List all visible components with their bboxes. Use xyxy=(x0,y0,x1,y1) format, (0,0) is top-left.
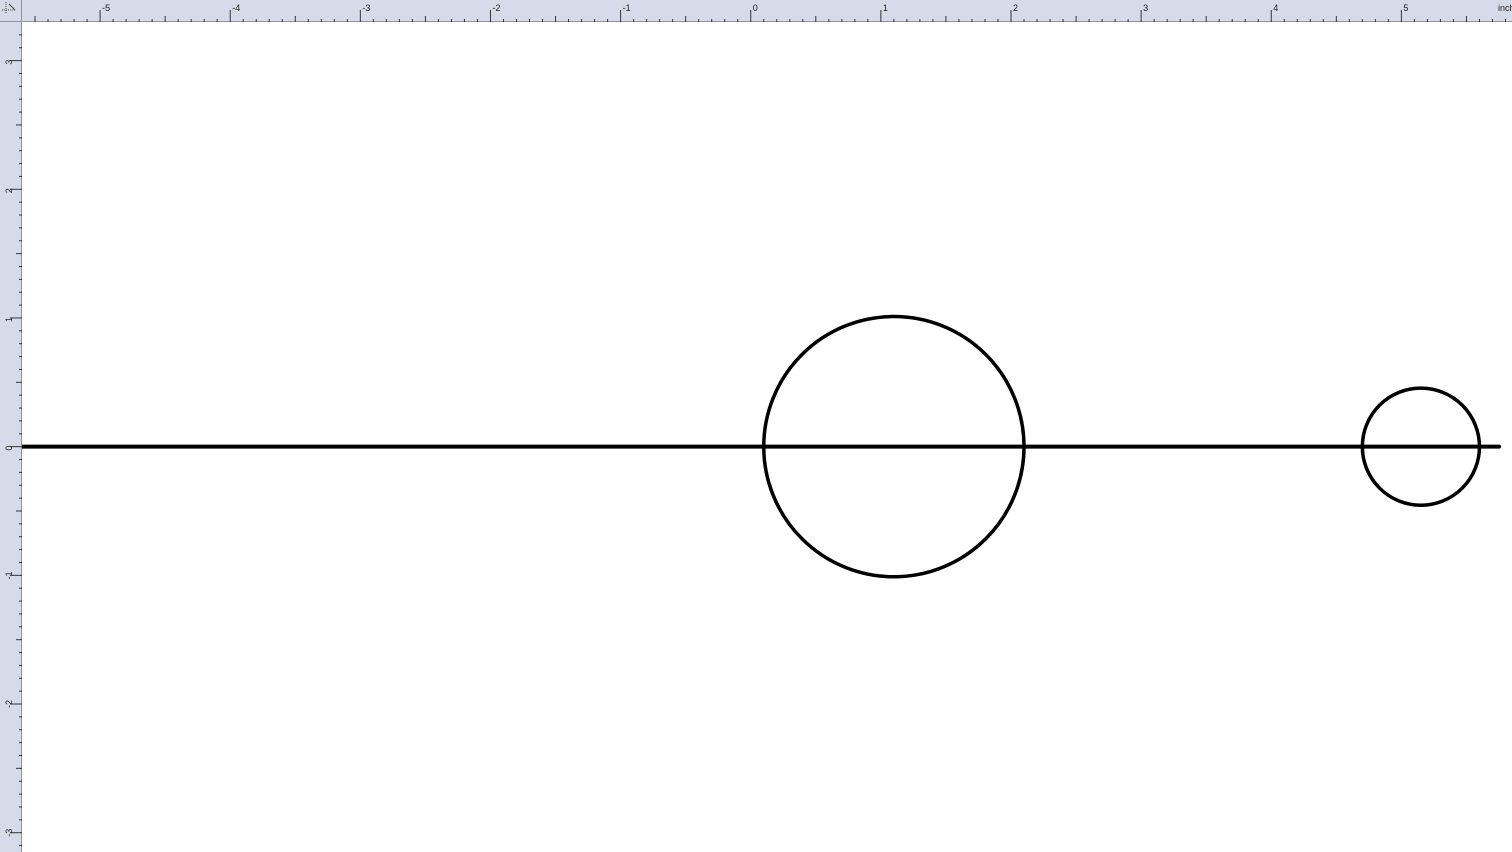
horizontal-ruler-label: 0 xyxy=(753,3,758,13)
vertical-ruler-label: -1 xyxy=(4,571,14,579)
horizontal-ruler[interactable]: -5 -4 -3 -2 -1 0 1 2 3 4 5 inches xyxy=(22,0,1512,22)
drawing-application: -5 -4 -3 -2 -1 0 1 2 3 4 5 inches 3 2 1 0 -1 -2 -3 xyxy=(0,0,1512,852)
ruler-origin-button[interactable] xyxy=(0,0,22,22)
horizontal-ruler-label: 4 xyxy=(1273,3,1278,13)
ruler-unit-label: inches xyxy=(1498,3,1512,13)
drawing-surface[interactable] xyxy=(22,22,1512,852)
horizontal-ruler-label: 5 xyxy=(1403,3,1408,13)
vertical-ruler-label: 0 xyxy=(4,446,14,451)
horizontal-ruler-label: -3 xyxy=(362,3,370,13)
horizontal-ruler-label: 2 xyxy=(1013,3,1018,13)
vertical-ruler-label: -2 xyxy=(4,700,14,708)
horizontal-ruler-label: -1 xyxy=(623,3,631,13)
vertical-ruler-label: 3 xyxy=(4,60,14,65)
horizontal-ruler-label: 1 xyxy=(883,3,888,13)
drawing-canvas[interactable] xyxy=(22,22,1512,852)
vertical-ruler-label: 2 xyxy=(4,188,14,193)
horizontal-ruler-label: -5 xyxy=(102,3,110,13)
vertical-ruler-label: 1 xyxy=(4,317,14,322)
horizontal-ruler-label: 3 xyxy=(1143,3,1148,13)
vertical-ruler-label: -3 xyxy=(4,829,14,837)
horizontal-ruler-scale: -5 -4 -3 -2 -1 0 1 2 3 4 5 inches xyxy=(34,3,1512,22)
vertical-ruler[interactable]: 3 2 1 0 -1 -2 -3 xyxy=(0,22,22,852)
horizontal-ruler-label: -2 xyxy=(492,3,500,13)
vertical-ruler-scale: 3 2 1 0 -1 -2 -3 xyxy=(4,34,22,847)
horizontal-ruler-label: -4 xyxy=(232,3,240,13)
ruler-origin-icon xyxy=(2,2,16,14)
